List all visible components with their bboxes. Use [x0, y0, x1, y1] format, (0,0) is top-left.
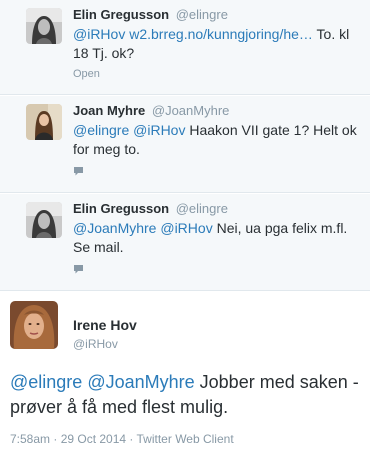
tweet-text: @JoanMyhre @iRHov Nei, ua pga felix m.fl…: [73, 219, 363, 257]
tweet-header: Elin Gregusson @elingre: [73, 201, 228, 216]
mention-link[interactable]: @iRHov: [160, 220, 212, 236]
mention-link[interactable]: @iRHov: [73, 26, 125, 42]
author-name[interactable]: Elin Gregusson: [73, 7, 169, 22]
url-link[interactable]: w2.brreg.no/kunngjoring/he…: [129, 26, 313, 42]
tweet-reply[interactable]: Elin Gregusson @elingre @iRHov w2.brreg.…: [0, 0, 370, 95]
tweet-header: Joan Myhre @JoanMyhre: [73, 103, 229, 118]
mention-link[interactable]: @JoanMyhre: [73, 220, 156, 236]
avatar[interactable]: [26, 8, 62, 44]
tweet-text: @iRHov w2.brreg.no/kunngjoring/he… To. k…: [73, 25, 363, 63]
avatar[interactable]: [10, 301, 58, 349]
avatar[interactable]: [26, 104, 62, 140]
tweet-text: @elingre @iRHov Haakon VII gate 1? Helt …: [73, 121, 363, 159]
mention-link[interactable]: @JoanMyhre: [87, 372, 194, 392]
speech-bubble-icon[interactable]: [73, 166, 84, 179]
avatar[interactable]: [26, 202, 62, 238]
author-name[interactable]: Elin Gregusson: [73, 201, 169, 216]
mention-link[interactable]: @elingre: [73, 122, 129, 138]
tweet-reply[interactable]: Elin Gregusson @elingre @JoanMyhre @iRHo…: [0, 194, 370, 291]
tweet-reply[interactable]: Joan Myhre @JoanMyhre @elingre @iRHov Ha…: [0, 96, 370, 193]
tweet-header: Elin Gregusson @elingre: [73, 7, 228, 22]
mention-link[interactable]: @iRHov: [133, 122, 185, 138]
author-handle[interactable]: @JoanMyhre: [152, 103, 230, 118]
open-link[interactable]: Open: [73, 68, 100, 80]
speech-bubble-icon[interactable]: [73, 264, 84, 277]
author-handle[interactable]: @elingre: [176, 7, 228, 22]
mention-link[interactable]: @elingre: [10, 372, 82, 392]
author-name[interactable]: Joan Myhre: [73, 103, 145, 118]
author-handle[interactable]: @iRHov: [73, 337, 118, 351]
tweet-timestamp[interactable]: 7:58am · 29 Oct 2014 · Twitter Web Clien…: [10, 432, 234, 446]
author-handle[interactable]: @elingre: [176, 201, 228, 216]
main-tweet: Irene Hov @iRHov @elingre @JoanMyhre Job…: [0, 292, 370, 457]
tweet-text: @elingre @JoanMyhre Jobber med saken - p…: [10, 370, 365, 420]
author-name[interactable]: Irene Hov: [73, 317, 137, 333]
